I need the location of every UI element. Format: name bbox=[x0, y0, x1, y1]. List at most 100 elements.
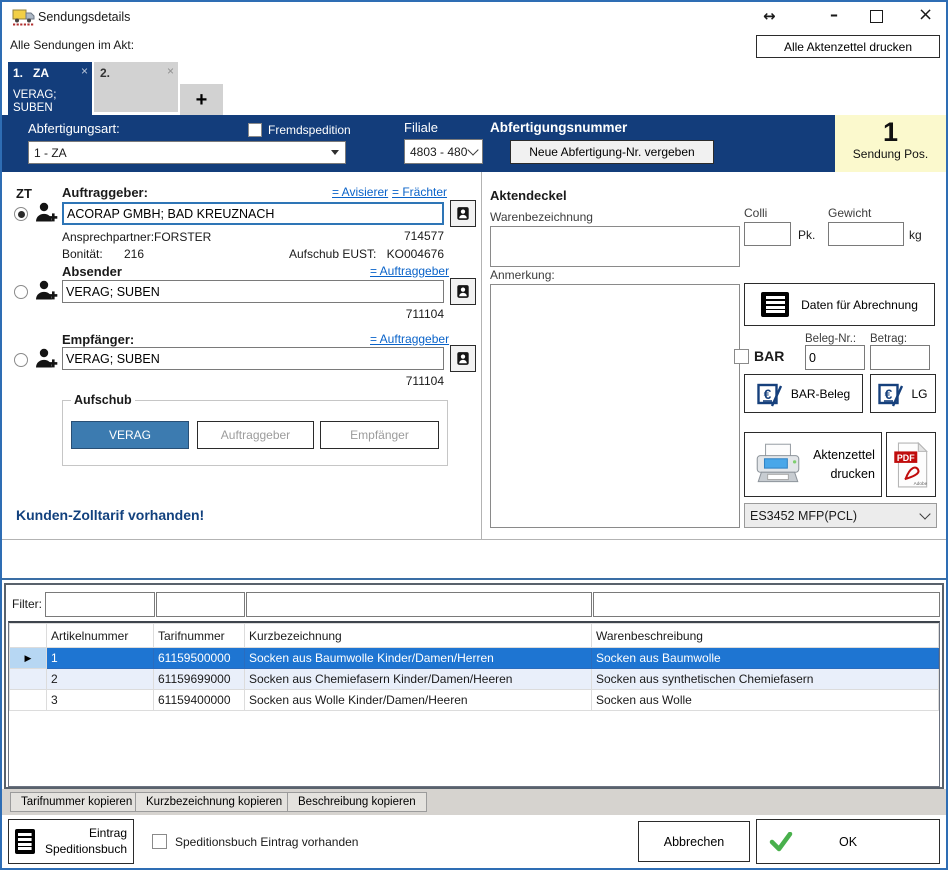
positions-section: Filter: Artikelnummer Tarifnummer Kurzbe… bbox=[4, 583, 944, 789]
lg-button[interactable]: € LG bbox=[870, 374, 936, 413]
aufschub-verag-button[interactable]: VERAG bbox=[71, 421, 189, 449]
cell-artikelnummer[interactable]: 3 bbox=[47, 690, 154, 711]
absender-radio[interactable] bbox=[14, 285, 28, 299]
filter-artikelnummer-input[interactable] bbox=[45, 592, 155, 617]
list-icon bbox=[15, 829, 35, 854]
aufschub-empfaenger-button[interactable]: Empfänger bbox=[320, 421, 439, 449]
gewicht-input[interactable] bbox=[828, 222, 904, 246]
aktenzettel-label: Aktenzetteldrucken bbox=[813, 446, 875, 482]
aktenzettel-drucken-button[interactable]: Aktenzetteldrucken bbox=[744, 432, 882, 497]
empfaenger-address-button[interactable] bbox=[450, 345, 476, 372]
speditionsbuch-checkbox[interactable] bbox=[152, 834, 167, 849]
maximize-button[interactable] bbox=[870, 10, 883, 23]
cell-artikelnummer[interactable]: 1 bbox=[47, 648, 154, 669]
avisierer-link[interactable]: = Avisierer bbox=[332, 185, 388, 199]
tab1-close-icon[interactable]: × bbox=[81, 64, 88, 78]
person-badge-icon bbox=[457, 203, 469, 224]
bar-beleg-button[interactable]: € BAR-Beleg bbox=[744, 374, 863, 413]
tab2-close-icon[interactable]: × bbox=[167, 64, 174, 78]
fraechter-link[interactable]: = Frächter bbox=[392, 185, 447, 199]
filter-tarifnummer-input[interactable] bbox=[156, 592, 245, 617]
neue-abfertigungsnr-button[interactable]: Neue Abfertigung-Nr. vergeben bbox=[510, 140, 714, 164]
copy-beschreibung-button[interactable]: Beschreibung kopieren bbox=[287, 792, 427, 812]
cell-kurzbezeichnung[interactable]: Socken aus Chemiefasern Kinder/Damen/Hee… bbox=[245, 669, 592, 690]
printer-value: ES3452 MFP(PCL) bbox=[750, 509, 921, 523]
copy-tarifnummer-button[interactable]: Tarifnummer kopieren bbox=[10, 792, 143, 812]
cell-warenbeschreibung[interactable]: Socken aus Baumwolle bbox=[592, 648, 939, 669]
printer-select[interactable]: ES3452 MFP(PCL) bbox=[744, 503, 937, 528]
colli-input[interactable] bbox=[744, 222, 791, 246]
row-selector-cell[interactable] bbox=[10, 690, 47, 711]
row-marker-icon[interactable]: ▶ bbox=[10, 648, 47, 669]
col-tarifnummer[interactable]: Tarifnummer bbox=[154, 624, 245, 648]
cell-warenbeschreibung[interactable]: Socken aus synthetischen Chemiefasern bbox=[592, 669, 939, 690]
col-kurzbezeichnung[interactable]: Kurzbezeichnung bbox=[245, 624, 592, 648]
auftraggeber-radio[interactable] bbox=[14, 207, 28, 221]
person-badge-icon bbox=[457, 348, 469, 369]
sendung-count-label: Sendung Pos. bbox=[835, 147, 946, 161]
print-all-aktenzettel-button[interactable]: Alle Aktenzettel drucken bbox=[756, 35, 940, 58]
row-selector-cell[interactable] bbox=[10, 669, 47, 690]
cell-tarifnummer[interactable]: 61159400000 bbox=[154, 690, 245, 711]
cancel-button[interactable]: Abbrechen bbox=[638, 821, 750, 862]
fremdspedition-label: Fremdspedition bbox=[268, 123, 351, 137]
tab-shipment-1[interactable]: 1. ZA × VERAG; SUBEN bbox=[8, 62, 92, 115]
cell-tarifnummer[interactable]: 61159500000 bbox=[154, 648, 245, 669]
add-shipment-button[interactable]: + bbox=[180, 84, 223, 116]
anmerkung-label: Anmerkung: bbox=[490, 268, 555, 282]
section-divider-blue bbox=[2, 578, 946, 580]
empfaenger-auftraggeber-link[interactable]: = Auftraggeber bbox=[370, 332, 449, 346]
eintrag-speditionsbuch-label: EintragSpeditionsbuch bbox=[45, 826, 127, 857]
tab2-index: 2. bbox=[100, 66, 110, 80]
auftraggeber-address-button[interactable] bbox=[450, 200, 476, 227]
auftraggeber-input[interactable] bbox=[62, 202, 444, 225]
aktendeckel-title: Aktendeckel bbox=[490, 188, 567, 203]
bar-checkbox[interactable] bbox=[734, 349, 749, 364]
cell-artikelnummer[interactable]: 2 bbox=[47, 669, 154, 690]
beleg-nr-input[interactable] bbox=[805, 345, 865, 370]
empfaenger-input[interactable] bbox=[62, 347, 444, 370]
ok-button[interactable]: OK bbox=[756, 819, 940, 864]
bar-beleg-label: BAR-Beleg bbox=[791, 387, 850, 401]
abfertigungsart-select[interactable]: 1 - ZA bbox=[28, 141, 346, 164]
copy-kurzbezeichnung-button[interactable]: Kurzbezeichnung kopieren bbox=[135, 792, 293, 812]
add-person-icon[interactable] bbox=[34, 278, 59, 308]
add-person-icon[interactable] bbox=[34, 200, 59, 230]
cell-tarifnummer[interactable]: 61159699000 bbox=[154, 669, 245, 690]
fremdspedition-checkbox[interactable] bbox=[248, 123, 262, 137]
cell-warenbeschreibung[interactable]: Socken aus Wolle bbox=[592, 690, 939, 711]
panel-divider-horizontal bbox=[2, 539, 946, 540]
warenbezeichnung-textarea[interactable] bbox=[490, 226, 740, 267]
abfertigungsart-label: Abfertigungsart: bbox=[28, 121, 120, 136]
close-button[interactable]: × bbox=[912, 3, 939, 26]
empfaenger-radio[interactable] bbox=[14, 353, 28, 367]
absender-auftraggeber-link[interactable]: = Auftraggeber bbox=[370, 264, 449, 278]
abfertigungsnummer-label: Abfertigungsnummer bbox=[490, 120, 627, 135]
pdf-icon: PDF Adobe bbox=[893, 442, 929, 488]
aufschub-auftraggeber-button[interactable]: Auftraggeber bbox=[197, 421, 314, 449]
cell-kurzbezeichnung[interactable]: Socken aus Baumwolle Kinder/Damen/Herren bbox=[245, 648, 592, 669]
pdf-export-button[interactable]: PDF Adobe bbox=[886, 432, 936, 497]
betrag-input[interactable] bbox=[870, 345, 930, 370]
filiale-select[interactable]: 4803 - 480 bbox=[404, 139, 483, 164]
eintrag-speditionsbuch-button[interactable]: EintragSpeditionsbuch bbox=[8, 819, 134, 864]
resize-icon[interactable]: ↔ bbox=[757, 6, 782, 26]
col-artikelnummer[interactable]: Artikelnummer bbox=[47, 624, 154, 648]
daten-abrechnung-button[interactable]: Daten für Abrechnung bbox=[744, 283, 935, 326]
col-warenbeschreibung[interactable]: Warenbeschreibung bbox=[592, 624, 939, 648]
filter-kurzbezeichnung-input[interactable] bbox=[246, 592, 592, 617]
gewicht-label: Gewicht bbox=[828, 206, 871, 220]
positions-table: Artikelnummer Tarifnummer Kurzbezeichnun… bbox=[9, 623, 939, 711]
minimize-button[interactable]: – bbox=[824, 4, 844, 25]
filiale-value: 4803 - 480 bbox=[410, 145, 469, 159]
add-person-icon[interactable] bbox=[34, 346, 59, 376]
absender-address-button[interactable] bbox=[450, 278, 476, 305]
absender-input[interactable] bbox=[62, 280, 444, 303]
row-selector-header bbox=[10, 624, 47, 648]
table-row: 2 61159699000 Socken aus Chemiefasern Ki… bbox=[10, 669, 939, 690]
chevron-down-icon bbox=[467, 144, 478, 155]
cell-kurzbezeichnung[interactable]: Socken aus Wolle Kinder/Damen/Heeren bbox=[245, 690, 592, 711]
anmerkung-textarea[interactable] bbox=[490, 284, 740, 528]
tab-shipment-2[interactable]: 2. × bbox=[94, 62, 178, 112]
filter-warenbeschreibung-input[interactable] bbox=[593, 592, 940, 617]
